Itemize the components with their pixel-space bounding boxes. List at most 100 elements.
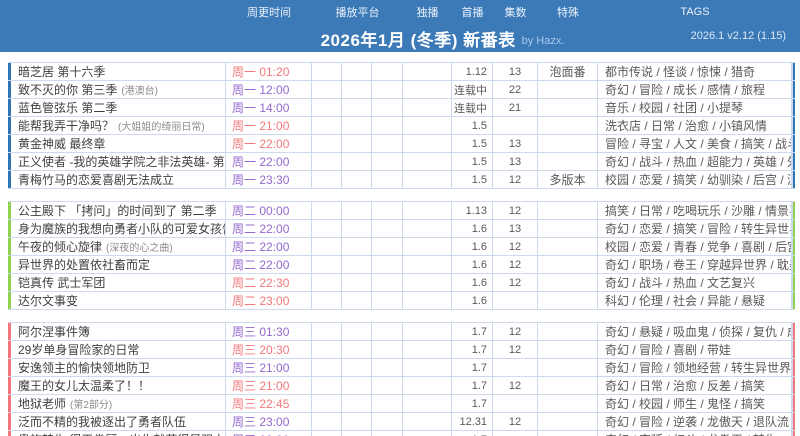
special-note [538,117,598,134]
premiere-date: 1.7 [452,341,493,358]
special-note [538,377,598,394]
episode-count: 12 [493,256,538,273]
exclusive-cell [403,220,452,237]
tags: 音乐 / 校园 / 社团 / 小提琴 [598,99,792,116]
anime-title-cell: 阿尔涅事件簿 [11,323,226,340]
group-color-strip-right [792,81,795,98]
column-header-row: 周更时间 播放平台 独播 首播 集数 特殊 TAGS [0,0,800,24]
table-row: 阿尔涅事件簿 周三 01:30 1.7 12 奇幻 / 悬疑 / 吸血鬼 / 侦… [8,323,795,341]
platform-cell-1 [312,117,342,134]
schedule-table: 暗芝居 第十六季 周一 01:20 1.12 13 泡面番 都市传说 / 怪谈 … [8,62,795,436]
platform-cell-3 [372,431,403,436]
episode-count [493,395,538,412]
special-note [538,323,598,340]
platform-cell-1 [312,171,342,188]
tags: 奇幻 / 宫廷 / 权斗 / 龙傲天 / 转生 [598,431,792,436]
table-row: 地狱老师 (第2部分) 周三 22:45 1.7 奇幻 / 校园 / 师生 / 鬼… [8,395,795,413]
platform-cell-3 [372,171,403,188]
premiere-date: 1.5 [452,171,493,188]
anime-title: 铠真传 武士军团 [18,276,106,290]
page-title: 2026年1月 (冬季) 新番表 [320,30,516,50]
broadcast-time: 周一 23:30 [226,171,312,188]
broadcast-time: 周三 23:00 [226,413,312,430]
platform-cell-1 [312,238,342,255]
platform-cell-1 [312,274,342,291]
tags: 校园 / 恋爱 / 青春 / 党争 / 喜剧 / 后宫 [598,238,792,255]
broadcast-time: 周二 00:00 [226,202,312,219]
platform-cell-2 [342,292,372,309]
special-note [538,292,598,309]
platform-cell-3 [372,153,403,170]
exclusive-cell [403,431,452,436]
platform-cell-2 [342,220,372,237]
anime-subtitle: (港澳台) [121,86,159,97]
special-note [538,395,598,412]
platform-cell-3 [372,202,403,219]
broadcast-time: 周二 22:30 [226,274,312,291]
anime-schedule-page: 周更时间 播放平台 独播 首播 集数 特殊 TAGS 2026年1月 (冬季) … [0,0,800,436]
platform-cell-3 [372,135,403,152]
table-row: 蓝色管弦乐 第二季 周一 14:00 连载中 21 音乐 / 校园 / 社团 /… [8,99,795,117]
premiere-date: 1.5 [452,117,493,134]
episode-count [493,292,538,309]
exclusive-cell [403,117,452,134]
table-row: 异世界的处置依社畜而定 周二 22:00 1.6 12 奇幻 / 职场 / 卷王… [8,256,795,274]
special-note [538,220,598,237]
day-group-tuesday: 公主殿下 「拷问」的时间到了 第二季 周二 00:00 1.13 12 搞笑 /… [8,201,795,310]
platform-cell-1 [312,341,342,358]
exclusive-cell [403,135,452,152]
anime-title-cell: 黄金神威 最终章 [11,135,226,152]
anime-title-cell: 午夜的倾心旋律 (深夜的心之曲) [11,238,226,255]
platform-cell-1 [312,99,342,116]
anime-title-cell: 贵族转生 得天眷顾一出生就获得最强力量 [11,431,226,436]
special-note: 泡面番 [538,63,598,80]
platform-cell-1 [312,292,342,309]
tags: 奇幻 / 校园 / 师生 / 鬼怪 / 搞笑 [598,395,792,412]
tags: 奇幻 / 恋爱 / 搞笑 / 冒险 / 转生异世界 [598,220,792,237]
premiere-date: 1.6 [452,256,493,273]
episode-count [493,431,538,436]
premiere-date: 1.12 [452,63,493,80]
group-color-strip-right [792,413,795,430]
exclusive-cell [403,292,452,309]
tags: 奇幻 / 冒险 / 领地经营 / 转生异世界 [598,359,792,376]
table-row: 正义使者 -我的英雄学院之非法英雄- 第二季 周一 22:00 1.5 13 奇… [8,153,795,171]
tags: 搞笑 / 日常 / 吃喝玩乐 / 沙雕 / 情景喜剧 [598,202,792,219]
exclusive-cell [403,274,452,291]
anime-title: 公主殿下 「拷问」的时间到了 第二季 [18,204,217,218]
anime-title: 29岁单身冒险家的日常 [18,343,140,357]
group-color-strip-right [792,431,795,436]
column-header-platform: 播放平台 [335,7,380,19]
table-row: 达尔文事变 周二 23:00 1.6 科幻 / 伦理 / 社会 / 异能 / 悬… [8,292,795,310]
special-note [538,256,598,273]
anime-title-cell: 地狱老师 (第2部分) [11,395,226,412]
platform-cell-1 [312,220,342,237]
group-color-strip-right [792,341,795,358]
platform-cell-2 [342,431,372,436]
platform-cell-2 [342,256,372,273]
tags: 冒险 / 寻宝 / 人文 / 美食 / 搞笑 / 战斗 [598,135,792,152]
broadcast-time: 周三 22:45 [226,395,312,412]
tags: 奇幻 / 战斗 / 热血 / 文艺复兴 [598,274,792,291]
table-row: 泛而不精的我被逐出了勇者队伍 周三 23:00 12.31 12 奇幻 / 冒险… [8,413,795,431]
platform-cell-2 [342,99,372,116]
episode-count [493,117,538,134]
page-header: 周更时间 播放平台 独播 首播 集数 特殊 TAGS 2026年1月 (冬季) … [0,0,800,52]
broadcast-time: 周二 22:00 [226,220,312,237]
tags: 奇幻 / 冒险 / 成长 / 感情 / 旅程 [598,81,792,98]
exclusive-cell [403,238,452,255]
special-note [538,431,598,436]
premiere-date: 1.6 [452,292,493,309]
exclusive-cell [403,63,452,80]
table-row: 青梅竹马的恋爱喜剧无法成立 周一 23:30 1.5 12 多版本 校园 / 恋… [8,171,795,189]
anime-title-cell: 魔王的女儿太温柔了！！ [11,377,226,394]
special-note [538,359,598,376]
episode-count: 12 [493,341,538,358]
anime-title: 午夜的倾心旋律 [18,240,103,254]
group-color-strip-right [792,117,795,134]
premiere-date: 1.7 [452,431,493,436]
anime-title: 黄金神威 最终章 [18,137,106,151]
platform-cell-2 [342,413,372,430]
special-note [538,135,598,152]
platform-cell-2 [342,323,372,340]
